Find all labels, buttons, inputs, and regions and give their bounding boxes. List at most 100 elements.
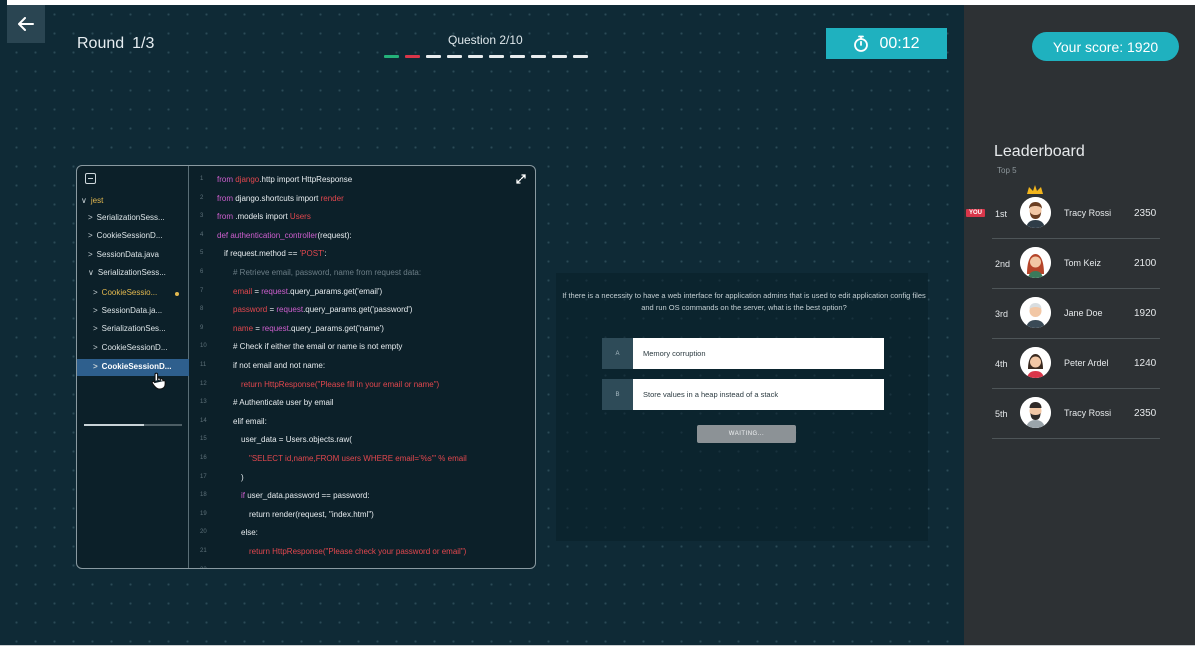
answer-option-a[interactable]: A Memory corruption [602, 338, 884, 369]
code-token: .query_params.get('password') [303, 305, 413, 315]
tree-item[interactable]: > SerializationSes... [93, 324, 166, 333]
line-number: 4 [200, 231, 204, 238]
code-token: (request): [317, 230, 352, 240]
code-editor: ∨ jest > SerializationSess... > CookieSession… [76, 165, 536, 569]
leaderboard-score: 2350 [1134, 208, 1157, 219]
tree-scrollbar[interactable] [84, 424, 182, 426]
code-token: request [262, 323, 289, 333]
caret-icon: > [93, 324, 98, 333]
code-text: else: [241, 528, 258, 537]
line-number: 13 [200, 399, 207, 406]
tree-item[interactable]: > CookieSessionD... [93, 362, 171, 371]
line-number: 19 [200, 510, 207, 517]
caret-icon: > [93, 343, 98, 352]
code-token: return render(request, "index.html") [249, 509, 374, 519]
code-token: def [217, 230, 231, 240]
left-edge [0, 0, 7, 645]
code-line: 7 email = request.query_params.get('email… [189, 287, 529, 303]
tree-item[interactable]: ∨ SerializationSess... [88, 268, 166, 277]
leaderboard-rank: 2nd [995, 259, 1011, 269]
line-number: 18 [200, 492, 207, 499]
leaderboard-rank: 1st [995, 209, 1008, 219]
expand-icon[interactable] [516, 174, 526, 184]
modified-dot-icon [175, 292, 179, 296]
line-number: 21 [200, 548, 207, 554]
tree-item[interactable]: > CookieSessionD... [93, 343, 167, 352]
app-frame: Round 1/3 Question 2/10 00:12 Your score:… [0, 0, 1195, 645]
caret-icon: > [88, 250, 93, 259]
leaderboard-rank: 4th [995, 359, 1008, 369]
code-token: # Check if either the email or name is n… [233, 342, 403, 352]
code-text: # Authenticate user by email [233, 398, 334, 407]
code-token: render [320, 193, 344, 203]
tree-item[interactable]: > SerializationSess... [88, 213, 165, 222]
you-badge: YOU [966, 209, 986, 217]
back-button[interactable] [7, 5, 45, 43]
round-value: 1/3 [132, 35, 155, 52]
line-number: 2 [200, 194, 204, 201]
collapse-all-icon[interactable] [85, 173, 96, 184]
line-number: 5 [200, 250, 204, 257]
code-text: if not email and not name: [233, 361, 325, 370]
code-token: django.shortcuts import [235, 193, 321, 203]
code-line: 20 else: [189, 528, 529, 544]
code-token: request [261, 286, 288, 296]
line-number: 3 [200, 213, 204, 220]
tree-folder-jest[interactable]: ∨ jest [81, 196, 103, 205]
question-progress [384, 55, 588, 58]
code-token: else: [241, 528, 258, 538]
answer-option-b[interactable]: B Store values in a heap instead of a st… [602, 379, 884, 410]
code-token: Users [289, 212, 311, 222]
tree-item[interactable]: > CookieSessio... [93, 288, 157, 297]
code-token: return HttpResponse("Please check your p… [249, 547, 467, 556]
code-text: from django.shortcuts import render [217, 194, 344, 203]
code-token: password [233, 305, 268, 315]
hand-cursor-icon [151, 372, 166, 390]
leaderboard-score: 1920 [1134, 308, 1157, 319]
code-line: 9 name = request.query_params.get('name') [189, 324, 529, 340]
code-token: user_data = Users.objects.raw( [241, 435, 352, 445]
tree-item[interactable]: > SessionData.java [88, 250, 159, 259]
progress-segment [531, 55, 546, 58]
progress-segment [426, 55, 441, 58]
leaderboard-name: Tracy Rossi [1064, 408, 1112, 418]
stopwatch-icon [854, 35, 869, 52]
code-text: name = request.query_params.get('name') [233, 324, 384, 333]
code-line: 12 return HttpResponse("Please fill in yo… [189, 380, 529, 396]
avatar [1020, 247, 1051, 278]
leaderboard-score: 1240 [1134, 358, 1157, 369]
leaderboard-name: Tom Keiz [1064, 258, 1102, 268]
avatar [1020, 347, 1051, 378]
line-number: 7 [200, 287, 204, 294]
timer-value: 00:12 [879, 34, 920, 52]
tree-item-label: CookieSessionD... [101, 362, 172, 371]
crown-icon [1027, 185, 1043, 194]
caret-icon: > [93, 306, 98, 315]
code-text: def authentication_controller(request): [217, 231, 352, 240]
progress-segment [573, 55, 588, 58]
code-line: 3 from .models import Users [189, 212, 529, 228]
round-label: Round [77, 35, 125, 52]
code-text: return HttpResponse("Please fill in your… [241, 380, 439, 389]
code-text: "SELECT id,name,FROM users WHERE email='… [249, 454, 467, 463]
code-token: request [276, 305, 304, 315]
tree-item[interactable]: > CookieSessionD... [88, 231, 162, 240]
waiting-button[interactable]: WAITING... [697, 425, 796, 443]
code-line: 13 # Authenticate user by email [189, 398, 529, 414]
code-token: "SELECT id,name,FROM users WHERE email='… [249, 454, 467, 463]
bottom-divider [0, 645, 1195, 646]
answer-text: Store values in a heap instead of a stac… [643, 390, 779, 399]
tree-scroll-thumb[interactable] [84, 424, 144, 426]
tree-item[interactable]: > SessionData.ja... [93, 306, 162, 315]
leaderboard-subtitle: Top 5 [997, 166, 1017, 175]
code-line: 6 # Retrieve email, password, name from r… [189, 268, 529, 284]
code-token: from [217, 212, 236, 222]
code-line: 10 # Check if either the email or name is… [189, 342, 529, 358]
code-token: if request.method == [224, 249, 300, 259]
caret-icon: > [88, 213, 93, 222]
code-text: email = request.query_params.get('email'… [233, 287, 382, 296]
caret-icon: > [93, 288, 98, 297]
tree-item-label: SerializationSess... [97, 268, 166, 277]
code-text: user_data = Users.objects.raw( [241, 435, 352, 444]
line-number: 15 [200, 436, 207, 443]
